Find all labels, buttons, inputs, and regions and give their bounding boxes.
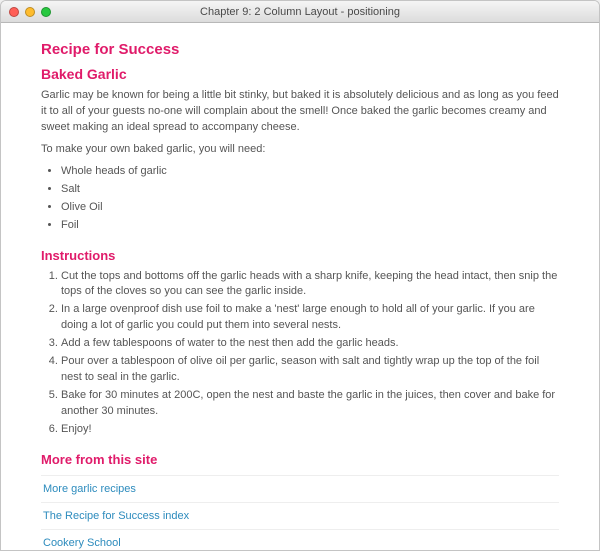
link-more-garlic[interactable]: More garlic recipes [41,476,559,503]
page-title: Recipe for Success [41,41,559,58]
traffic-lights [9,7,51,17]
intro-paragraph: Garlic may be known for being a little b… [41,88,559,136]
ingredients-list: Whole heads of garlic Salt Olive Oil Foi… [41,164,559,234]
instructions-list: Cut the tops and bottoms off the garlic … [41,269,559,438]
list-item: In a large ovenproof dish use foil to ma… [61,302,559,334]
intro-need: To make your own baked garlic, you will … [41,142,559,158]
link-recipe-index[interactable]: The Recipe for Success index [41,503,559,530]
list-item: Pour over a tablespoon of olive oil per … [61,354,559,386]
page-content[interactable]: Recipe for Success Baked Garlic Garlic m… [1,23,599,550]
instructions-heading: Instructions [41,248,559,263]
list-item: Cut the tops and bottoms off the garlic … [61,269,559,301]
list-item: Bake for 30 minutes at 200C, open the ne… [61,388,559,420]
recipe-title: Baked Garlic [41,66,559,82]
list-item: Enjoy! [61,422,559,438]
window-titlebar: Chapter 9: 2 Column Layout - positioning [1,1,599,23]
close-icon[interactable] [9,7,19,17]
more-links: More garlic recipes The Recipe for Succe… [41,475,559,550]
list-item: Add a few tablespoons of water to the ne… [61,336,559,352]
window-title: Chapter 9: 2 Column Layout - positioning [1,6,599,18]
browser-window: Chapter 9: 2 Column Layout - positioning… [0,0,600,551]
minimize-icon[interactable] [25,7,35,17]
more-heading: More from this site [41,452,559,467]
link-cookery[interactable]: Cookery School [41,530,559,550]
list-item: Olive Oil [61,200,559,216]
list-item: Whole heads of garlic [61,164,559,180]
zoom-icon[interactable] [41,7,51,17]
list-item: Foil [61,218,559,234]
list-item: Salt [61,182,559,198]
